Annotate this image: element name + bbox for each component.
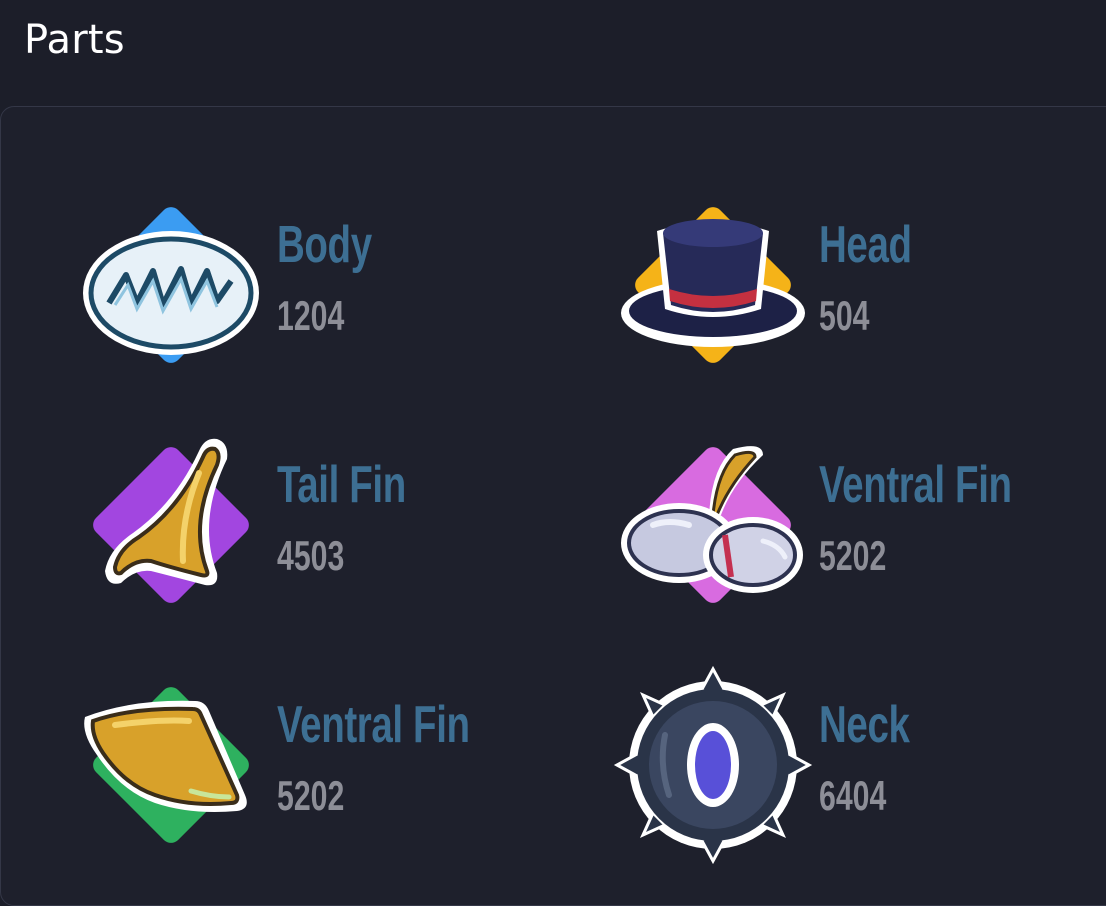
part-badge-body[interactable] (71, 185, 271, 385)
part-name: Body (277, 216, 372, 274)
golden-horn-icon (93, 438, 249, 603)
golden-leaf-fin-icon (84, 687, 249, 843)
part-ventral-fin-2[interactable]: Ventral Fin 5202 (71, 665, 531, 865)
part-ventral-fin[interactable]: Ventral Fin 5202 (613, 425, 1073, 625)
part-name: Ventral Fin (819, 456, 1012, 514)
part-badge-ventral-fin[interactable] (613, 425, 813, 625)
part-name: Head (819, 216, 912, 274)
part-name: Neck (819, 696, 910, 754)
part-tail-fin[interactable]: Tail Fin 4503 (71, 425, 531, 625)
part-head[interactable]: Head 504 (613, 185, 1073, 385)
part-badge-tail-fin[interactable] (71, 425, 271, 625)
part-id: 4503 (277, 532, 345, 579)
bandaged-fin-icon (621, 446, 803, 603)
part-id: 5202 (819, 532, 887, 579)
part-name: Tail Fin (277, 456, 406, 514)
part-badge-neck[interactable] (613, 665, 813, 865)
part-id: 504 (819, 292, 870, 339)
part-name: Ventral Fin (277, 696, 470, 754)
zigzag-mouth-icon (83, 207, 259, 363)
top-hat-icon (621, 207, 805, 363)
part-neck[interactable]: Neck 6404 (613, 665, 1073, 865)
part-id: 1204 (277, 292, 345, 339)
part-id: 6404 (819, 772, 887, 819)
part-badge-head[interactable] (613, 185, 813, 385)
parts-panel: Body 1204 Head 504 Tail Fin 4503 Ventral… (0, 106, 1106, 906)
section-title: Parts (24, 17, 125, 63)
part-badge-ventral-fin-2[interactable] (71, 665, 271, 865)
part-id: 5202 (277, 772, 345, 819)
part-body[interactable]: Body 1204 (71, 185, 531, 385)
spiked-tire-icon (613, 665, 813, 865)
